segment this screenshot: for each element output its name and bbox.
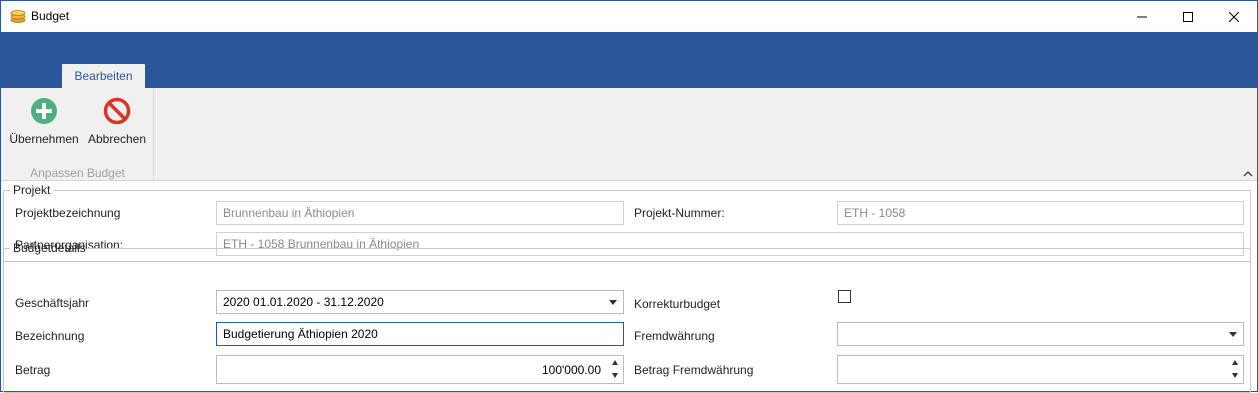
close-icon	[1229, 11, 1239, 22]
budgetdetails-legend: Budgetdetails	[13, 241, 86, 255]
ribbon-header: Bearbeiten	[1, 32, 1257, 88]
uebernehmen-button[interactable]: Übernehmen	[7, 94, 81, 152]
korrekturbudget-checkbox[interactable]	[838, 290, 851, 303]
title-bar: Budget	[1, 1, 1257, 32]
maximize-button[interactable]	[1165, 1, 1211, 32]
betrag-fremdwaehrung-spinner[interactable]	[1231, 358, 1241, 382]
chevron-up-icon[interactable]	[1241, 168, 1255, 180]
dropdown-arrow-icon	[609, 300, 617, 305]
ribbon-body: Übernehmen Abbrechen Anpassen Budget	[1, 88, 1257, 181]
window-title: Budget	[31, 9, 70, 23]
abbrechen-label: Abbrechen	[87, 132, 147, 146]
projektbezeichnung-field[interactable]: Brunnenbau in Äthiopien	[216, 201, 624, 225]
geschaeftsjahr-select[interactable]: 2020 01.01.2020 - 31.12.2020	[216, 290, 624, 314]
tab-bearbeiten[interactable]: Bearbeiten	[62, 64, 145, 88]
minimize-button[interactable]	[1119, 1, 1165, 32]
spin-up-icon[interactable]	[612, 360, 618, 365]
fremdwaehrung-select[interactable]	[837, 322, 1244, 346]
betrag-input[interactable]: 100'000.00	[216, 355, 624, 384]
spin-up-icon[interactable]	[1232, 360, 1238, 365]
close-button[interactable]	[1211, 1, 1257, 32]
bezeichnung-input[interactable]: Budgetierung Äthiopien 2020	[216, 322, 624, 346]
betrag-value: 100'000.00	[541, 362, 601, 377]
maximize-icon	[1183, 11, 1193, 22]
bezeichnung-label: Bezeichnung	[15, 329, 85, 343]
ribbon-group-label: Anpassen Budget	[30, 166, 125, 180]
minimize-icon	[1137, 16, 1147, 17]
projektbezeichnung-label: Projektbezeichnung	[15, 206, 121, 220]
projekt-legend: Projekt	[13, 183, 51, 197]
plus-circle-icon	[31, 98, 57, 124]
coins-icon	[10, 10, 26, 23]
budget-window: Budget Bearbeiten Übernehmen Abbrechen A…	[0, 0, 1258, 393]
abbrechen-button[interactable]: Abbrechen	[85, 94, 149, 152]
betrag-spinner[interactable]	[611, 358, 621, 382]
betrag-label: Betrag	[15, 363, 51, 377]
betrag-fremdwaehrung-input[interactable]	[837, 355, 1244, 384]
projektnummer-label: Projekt-Nummer:	[634, 206, 725, 220]
spin-down-icon[interactable]	[612, 373, 618, 378]
betrag-fremdwaehrung-label: Betrag Fremdwährung	[634, 363, 754, 377]
spin-down-icon[interactable]	[1232, 373, 1238, 378]
ribbon-group-anpassen-budget: Übernehmen Abbrechen Anpassen Budget	[1, 88, 154, 181]
dropdown-arrow-icon	[1229, 332, 1237, 337]
fremdwaehrung-label: Fremdwährung	[634, 329, 715, 343]
korrekturbudget-label: Korrekturbudget	[634, 297, 721, 311]
uebernehmen-label: Übernehmen	[9, 132, 79, 146]
geschaeftsjahr-label: Geschäftsjahr	[15, 296, 90, 310]
geschaeftsjahr-value: 2020 01.01.2020 - 31.12.2020	[223, 295, 384, 309]
cancel-circle-icon	[103, 97, 131, 125]
projektnummer-field[interactable]: ETH - 1058	[837, 201, 1244, 225]
